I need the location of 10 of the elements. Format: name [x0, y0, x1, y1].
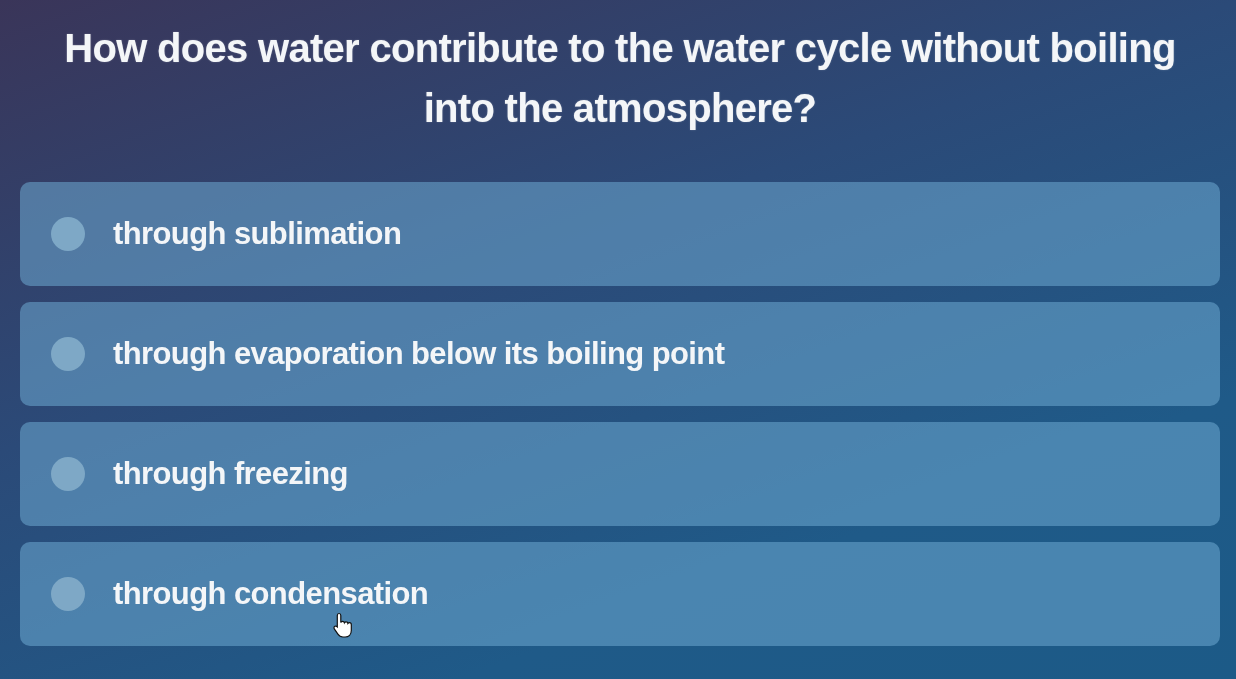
radio-button[interactable] [51, 337, 85, 371]
radio-button[interactable] [51, 457, 85, 491]
answer-option[interactable]: through evaporation below its boiling point [20, 302, 1220, 406]
answer-option[interactable]: through sublimation [20, 182, 1220, 286]
answer-option[interactable]: through condensation [20, 542, 1220, 646]
question-text: How does water contribute to the water cycle without boiling into the atmosphere? [63, 25, 1177, 132]
answer-option[interactable]: through freezing [20, 422, 1220, 526]
radio-button[interactable] [51, 217, 85, 251]
hand-cursor-icon [333, 612, 353, 638]
radio-button[interactable] [51, 577, 85, 611]
